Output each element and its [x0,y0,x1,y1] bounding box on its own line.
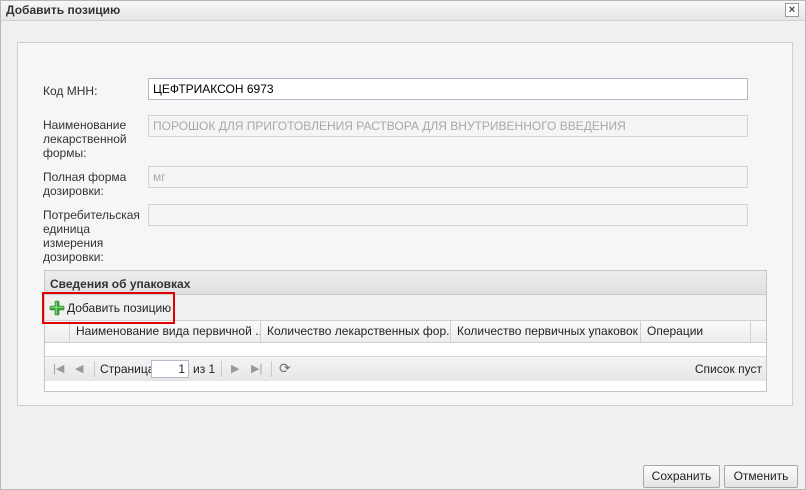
plus-icon [49,300,65,316]
label-line: Потребительская [43,208,140,222]
form-panel: Код МНН: ЦЕФТРИАКСОН 6973 Наименование л… [17,42,793,406]
page-number-input[interactable]: 1 [151,360,189,378]
page-label: Страница [100,362,155,376]
grid-body [45,343,766,357]
refresh-icon[interactable]: ⟳ [279,360,291,377]
column-header[interactable]: Наименование вида первичной ... [70,321,261,342]
close-icon[interactable]: × [785,3,799,17]
label-line: единица [43,222,90,236]
column-header[interactable]: Количество лекарственных фор... [261,321,451,342]
label-line: лекарственной [43,132,127,146]
label-line: формы: [43,146,87,160]
add-position-label: Добавить позицию [67,301,172,315]
last-page-icon[interactable]: ▶| [251,362,262,375]
full-dosage-form-field[interactable]: мг [148,166,748,188]
packaging-grid: Сведения об упаковках Добавить позицию Н… [42,270,767,392]
consumer-unit-label: Потребительская единица измерения дозиро… [43,208,140,264]
mnn-code-label: Код МНН: [43,84,98,98]
pager-separator [221,361,222,377]
label-line: измерения [43,236,104,250]
column-header[interactable]: Операции [641,321,751,342]
grid-header: Наименование вида первичной ... Количест… [45,321,766,343]
page-of-label: из 1 [193,362,216,376]
label-line: Полная форма [43,170,127,184]
mnn-code-field[interactable]: ЦЕФТРИАКСОН 6973 [148,78,748,100]
next-page-icon[interactable]: ▶ [231,362,239,375]
dialog-window: Добавить позицию × Код МНН: ЦЕФТРИАКСОН … [0,0,806,490]
row-number-header [45,321,70,342]
pager-separator [271,361,272,377]
packaging-toolbar: Добавить позицию [42,292,766,324]
dosage-form-name-label: Наименование лекарственной формы: [43,118,127,160]
column-header[interactable]: Количество первичных упаковок ... [451,321,641,342]
label-line: дозировки: [43,184,104,198]
first-page-icon[interactable]: |◀ [53,362,64,375]
empty-list-text: Список пуст [694,362,762,376]
scrollbar-header [751,321,766,342]
label-line: дозировки: [43,250,104,264]
pager: |◀ ◀ Страница 1 из 1 ▶ ▶| ⟳ Список пуст [45,357,766,381]
label-line: Наименование [43,118,127,132]
cancel-button[interactable]: Отменить [724,465,798,488]
pager-separator [94,361,95,377]
consumer-unit-field[interactable] [148,204,748,226]
add-position-button[interactable]: Добавить позицию [49,299,171,317]
full-dosage-form-label: Полная форма дозировки: [43,170,126,198]
dialog-title: Добавить позицию [6,3,121,17]
title-bar: Добавить позицию × [1,1,805,21]
save-button[interactable]: Сохранить [643,465,720,488]
prev-page-icon[interactable]: ◀ [75,362,83,375]
dosage-form-name-field[interactable]: ПОРОШОК ДЛЯ ПРИГОТОВЛЕНИЯ РАСТВОРА ДЛЯ В… [148,115,748,137]
